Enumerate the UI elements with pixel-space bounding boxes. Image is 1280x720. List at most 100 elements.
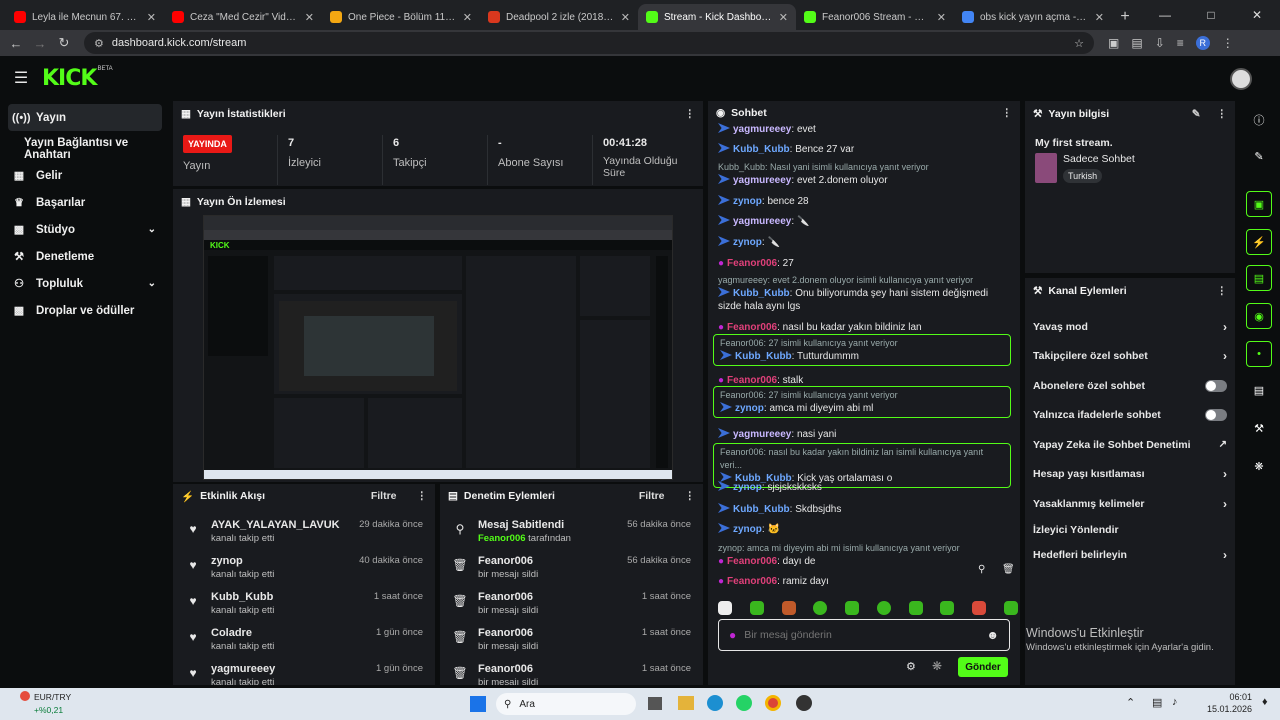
more-options-icon[interactable]: ⋮: [417, 490, 428, 502]
emote-icon[interactable]: [908, 601, 923, 615]
chat-username[interactable]: yagmureeey: [733, 175, 791, 186]
notification-bell-icon[interactable]: ♦: [1262, 696, 1268, 708]
browser-menu-icon[interactable]: ⋮: [1222, 36, 1234, 50]
chat-message[interactable]: ● Feanor006: 27: [718, 257, 1014, 270]
sidebar-item-basarilar[interactable]: ♛ Başarılar: [0, 189, 170, 216]
file-explorer-icon[interactable]: [678, 696, 694, 710]
tab-close-icon[interactable]: ✕: [147, 11, 156, 24]
edit-icon[interactable]: ✎: [1246, 143, 1272, 169]
hamburger-menu-icon[interactable]: ☰: [0, 68, 42, 88]
tab-close-icon[interactable]: ✕: [621, 11, 630, 24]
channel-action-item[interactable]: İzleyici Yönlendir: [1025, 519, 1235, 541]
chat-username[interactable]: Kubb_Kubb: [733, 504, 790, 515]
chat-message[interactable]: zynop: bence 28: [718, 195, 1014, 208]
browser-tab[interactable]: Stream - Kick Dashboard ✕: [638, 4, 796, 30]
chat-username[interactable]: zynop: [733, 482, 762, 493]
chat-message[interactable]: Feanor006: 27 isimli kullanıcıya yanıt v…: [713, 334, 1011, 366]
kick-logo[interactable]: KICK BETA: [42, 66, 113, 91]
chat-username[interactable]: Feanor006: [727, 322, 777, 333]
forward-button[interactable]: →: [28, 36, 52, 51]
filter-button[interactable]: Filtre: [371, 490, 397, 502]
sidebar-item-yayin[interactable]: ((•)) Yayın: [8, 104, 162, 131]
chat-username[interactable]: Kubb_Kubb: [735, 351, 792, 362]
sidebar-item-studyo[interactable]: ▩ Stüdyo ⌄: [0, 216, 170, 243]
channel-action-item[interactable]: Yasaklanmış kelimeler ›: [1025, 489, 1235, 519]
channel-action-item[interactable]: Takipçilere özel sohbet ›: [1025, 342, 1235, 372]
chat-message[interactable]: yagmureeey: 🔪: [718, 215, 1014, 228]
browser-tab[interactable]: Leyla ile Mecnun 67. Bölüm - Yo ✕: [6, 4, 164, 30]
chat-username[interactable]: Feanor006: [727, 258, 777, 269]
whatsapp-icon[interactable]: [736, 695, 752, 711]
cast-icon[interactable]: ▤: [1131, 36, 1142, 50]
emote-icon[interactable]: [718, 601, 732, 615]
more-options-icon[interactable]: ⋮: [1217, 285, 1228, 297]
emote-icon[interactable]: [940, 601, 955, 615]
extensions-icon[interactable]: ▣: [1108, 36, 1119, 50]
edit-icon[interactable]: ✎: [1192, 108, 1201, 120]
pin-message-icon[interactable]: ⚲: [978, 564, 985, 575]
channel-action-item[interactable]: Abonelere özel sohbet: [1025, 371, 1235, 401]
close-window-button[interactable]: ✕: [1234, 0, 1280, 30]
more-options-icon[interactable]: ⋮: [1002, 107, 1013, 119]
task-view-icon[interactable]: [648, 697, 662, 710]
tab-close-icon[interactable]: ✕: [463, 11, 472, 24]
taskbar-search[interactable]: ⚲ Ara: [496, 693, 636, 715]
volume-icon[interactable]: ♪: [1172, 696, 1178, 708]
chat-settings-icon[interactable]: ⚙: [906, 660, 916, 673]
toggle-switch[interactable]: [1205, 409, 1227, 422]
sidebar-item-denetleme[interactable]: ⚒ Denetleme: [0, 243, 170, 270]
sidebar-item-droplar[interactable]: ▩ Droplar ve ödüller: [0, 297, 170, 324]
obs-icon[interactable]: [796, 695, 812, 711]
chat-username[interactable]: Feanor006: [727, 375, 777, 386]
emote-icon[interactable]: [749, 601, 764, 615]
emote-icon[interactable]: [845, 601, 860, 615]
chat-message[interactable]: Kubb_Kubb: Skdbsjdhs: [718, 503, 1014, 516]
emoji-icon[interactable]: ☻: [986, 628, 999, 642]
edge-icon[interactable]: [707, 695, 723, 711]
ticker-name[interactable]: EUR/TRY: [34, 692, 71, 702]
channel-action-item[interactable]: Hedefleri belirleyin ›: [1025, 541, 1235, 571]
clock[interactable]: 06:01 15.01.2026: [1206, 692, 1252, 714]
bookmark-star-icon[interactable]: ☆: [1074, 37, 1084, 50]
chat-username[interactable]: Kubb_Kubb: [733, 144, 790, 155]
chat-message[interactable]: ● Feanor006: ramiz dayı: [718, 575, 1014, 588]
browser-tab[interactable]: obs kick yayın açma - Google'd ✕: [954, 4, 1112, 30]
chat-message[interactable]: zynop: 🐱: [718, 523, 1014, 536]
new-tab-button[interactable]: +: [1112, 4, 1138, 30]
filter-button[interactable]: Filtre: [639, 490, 665, 502]
chat-username[interactable]: yagmureeey: [733, 429, 791, 440]
tools-icon[interactable]: ⚒: [1246, 415, 1272, 441]
info-icon[interactable]: ⓘ: [1246, 107, 1272, 133]
focus-icon[interactable]: ▣: [1246, 191, 1272, 217]
chat-username[interactable]: Kubb_Kubb: [733, 288, 790, 299]
chat-message[interactable]: zynop: sjsjskskksks: [718, 481, 1014, 494]
chat-message[interactable]: zynop: amca mi diyeyim abi mi isimli kul…: [718, 542, 1014, 568]
tab-close-icon[interactable]: ✕: [305, 11, 314, 24]
chat-username[interactable]: zynop: [735, 403, 764, 414]
document-icon[interactable]: ▤: [1246, 265, 1272, 291]
stream-preview-video[interactable]: KICK: [203, 215, 673, 480]
back-button[interactable]: ←: [4, 36, 28, 51]
network-icon[interactable]: ▤: [1152, 696, 1162, 709]
more-options-icon[interactable]: ⋮: [685, 490, 696, 502]
mod-tools-icon[interactable]: ❋: [932, 659, 942, 673]
tab-close-icon[interactable]: ✕: [1095, 11, 1104, 24]
sidebar-item-gelir[interactable]: ▦ Gelir: [0, 162, 170, 189]
chat-username[interactable]: zynop: [733, 524, 762, 535]
toggle-switch[interactable]: [1205, 379, 1227, 392]
site-info-icon[interactable]: ⚙: [94, 37, 104, 50]
more-options-icon[interactable]: ⋮: [1217, 108, 1228, 120]
broadcast-icon[interactable]: •: [1246, 341, 1272, 367]
more-options-icon[interactable]: ⋮: [685, 108, 696, 120]
tab-close-icon[interactable]: ✕: [937, 11, 946, 24]
user-avatar[interactable]: [1230, 68, 1252, 90]
browser-tab[interactable]: Deadpool 2 izle (2018) | HDFilm ✕: [480, 4, 638, 30]
layout-icon[interactable]: ▤: [1246, 377, 1272, 403]
chat-input[interactable]: [744, 629, 979, 641]
apps-icon[interactable]: ❋: [1246, 453, 1272, 479]
browser-tab[interactable]: Feanor006 Stream - Watch Live ✕: [796, 4, 954, 30]
channel-action-item[interactable]: Yavaş mod ›: [1025, 312, 1235, 342]
emote-icon[interactable]: [972, 601, 987, 615]
tray-chevron-icon[interactable]: ⌃: [1126, 696, 1135, 709]
chat-username[interactable]: yagmureeey: [733, 216, 791, 227]
